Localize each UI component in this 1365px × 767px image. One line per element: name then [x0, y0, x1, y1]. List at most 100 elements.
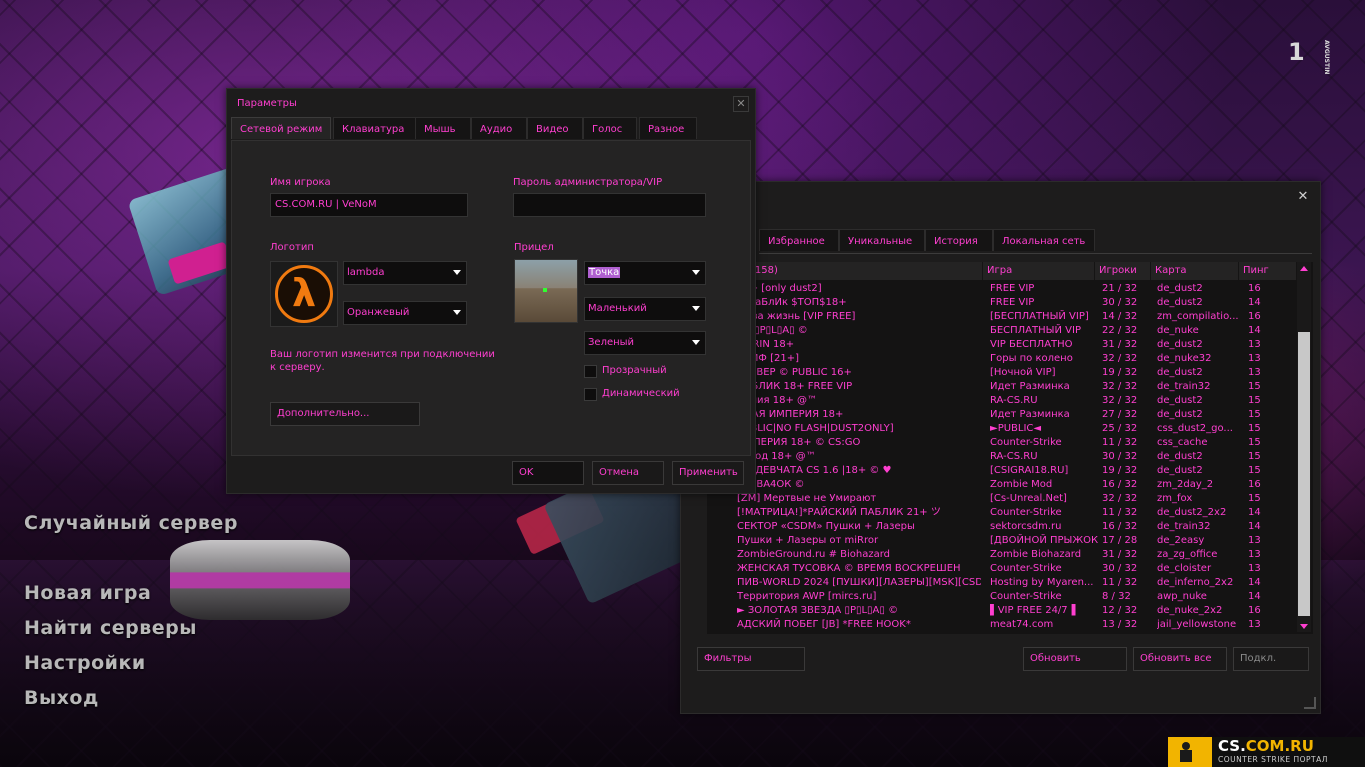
server-cell-game: Zombie Biohazard	[990, 549, 1082, 560]
lambda-glyph: λ	[291, 271, 317, 315]
server-row[interactable]: АДСКИЙ ПОБЕГ [JB] *FREE HOOK* meat74.com 1…	[707, 618, 1297, 632]
server-cell-game: Zombie Mod	[990, 479, 1053, 490]
server-row[interactable]: Территория AWP [mircs.ru] Counter-Strike 8…	[707, 590, 1297, 604]
crosshair-size-select[interactable]: Маленький	[584, 297, 706, 321]
server-cell-name: ва за жизнь [VIP FREE]	[737, 311, 856, 322]
server-row[interactable]: ZombieGround.ru # Biohazard Zombie Biohaz…	[707, 548, 1297, 562]
server-row[interactable]: ПАБЛИК 18+ FREE VIP Идет Разминка 32 / 32 d…	[707, 380, 1297, 394]
tab-audio[interactable]: Аудио	[471, 117, 527, 139]
server-cell-ping: 16	[1248, 283, 1261, 294]
server-row[interactable]: 16+ [only dust2] FREE VIP 21 / 32 de_dust2 1…	[707, 282, 1297, 296]
tab-lan[interactable]: Локальная сеть	[993, 229, 1095, 251]
server-cell-ping: 13	[1248, 367, 1261, 378]
logo-color-select[interactable]: Оранжевый	[343, 301, 467, 325]
advanced-button[interactable]: Дополнительно...	[270, 402, 420, 426]
column-header-game[interactable]: Игра	[983, 262, 1095, 280]
server-cell-ping: 15	[1248, 493, 1261, 504]
server-browser-close-icon[interactable]: ✕	[1296, 190, 1310, 204]
server-row[interactable]: армия 18+ @™ RA-CS.RU 32 / 32 de_dust2 15	[707, 394, 1297, 408]
apply-button[interactable]: Применить	[672, 461, 744, 485]
server-row[interactable]: СЕРВА4ОК © Zombie Mod 16 / 32 zm_2day_2 16	[707, 478, 1297, 492]
server-row[interactable]: ПИВ-WORLD 2024 [ПУШКИ][ЛАЗЕРЫ][MSK][CSDM…	[707, 576, 1297, 590]
logo-select-value: lambda	[347, 267, 385, 278]
options-close-icon[interactable]: ✕	[733, 96, 749, 112]
ok-button[interactable]: OK	[512, 461, 584, 485]
server-cell-ping: 15	[1248, 395, 1261, 406]
server-cell-game: Counter-Strike	[990, 437, 1062, 448]
server-row[interactable]: MARIN 18+ VIP БЕСПЛАТНО 31 / 32 de_dust2 13	[707, 338, 1297, 352]
server-cell-name: Пушки + Лазеры от miRror	[737, 535, 879, 546]
menu-find-servers[interactable]: Найти серверы	[24, 617, 197, 639]
translucent-checkbox[interactable]	[584, 365, 597, 378]
scroll-thumb[interactable]	[1298, 332, 1310, 616]
column-header-map[interactable]: Карта	[1151, 262, 1239, 280]
server-row[interactable]: Взвод 18+ @™ RA-CS.RU 30 / 32 de_dust2 15	[707, 450, 1297, 464]
admin-password-input[interactable]	[513, 193, 706, 217]
server-cell-map: zm_fox	[1157, 493, 1193, 504]
tab-video[interactable]: Видео	[527, 117, 583, 139]
menu-new-game[interactable]: Новая игра	[24, 582, 151, 604]
tab-multiplayer[interactable]: Сетевой режим	[231, 117, 331, 139]
logo-select[interactable]: lambda	[343, 261, 467, 285]
menu-random-server[interactable]: Случайный сервер	[24, 512, 238, 534]
tab-misc[interactable]: Разное	[639, 117, 697, 139]
server-list: (158) Игра Игроки Карта Пинг 16+ [only d…	[707, 262, 1313, 634]
server-cell-map: de_nuke_2x2	[1157, 605, 1223, 616]
logo-preview: λ	[270, 261, 338, 327]
column-header-ping[interactable]: Пинг	[1239, 262, 1297, 280]
tab-mouse[interactable]: Мышь	[415, 117, 471, 139]
server-row[interactable]: ва за жизнь [VIP FREE] [БЕСПЛАТНЫЙ VIP] 14…	[707, 310, 1297, 324]
server-row[interactable]: СЕКТОР «CSDM» Пушки + Лазеры sektorcsdm.r…	[707, 520, 1297, 534]
cscomru-logo: CS.COM.RU COUNTER STRIKE ПОРТАЛ	[1168, 737, 1365, 767]
server-cell-ping: 15	[1248, 465, 1261, 476]
server-cell-game: ►PUBLIC◄	[990, 423, 1042, 434]
server-row[interactable]: ОВАЯ ИМПЕРИЯ 18+ Идет Разминка 27 / 32 de_d…	[707, 408, 1297, 422]
server-cell-name: КА ▯P▯L▯A▯ ©	[737, 325, 808, 336]
server-list-scrollbar[interactable]	[1297, 262, 1311, 632]
filters-button[interactable]: Фильтры	[697, 647, 805, 671]
dynamic-checkbox[interactable]	[584, 388, 597, 401]
tab-keyboard[interactable]: Клавиатура	[333, 117, 417, 139]
menu-exit[interactable]: Выход	[24, 687, 99, 709]
server-row[interactable]: Пушки + Лазеры от miRror [ДВОЙНОЙ ПРЫЖОК]…	[707, 534, 1297, 548]
crosshair-color-select[interactable]: Зеленый	[584, 331, 706, 355]
server-row[interactable]: ЫЕ ДЕВЧАТА CS 1.6 |18+ © ♥ [CSIGRAI18.RU]…	[707, 464, 1297, 478]
connect-button[interactable]: Подкл.	[1233, 647, 1309, 671]
crosshair-style-select[interactable]: Точка	[584, 261, 706, 285]
server-cell-name: ► ЗОЛОТАЯ ЗВЕЗДА ▯P▯L▯A▯ ©	[737, 605, 899, 616]
server-cell-ping: 16	[1248, 479, 1261, 490]
server-cell-game: sektorcsdm.ru	[990, 521, 1062, 532]
menu-settings[interactable]: Настройки	[24, 652, 146, 674]
server-cell-ping: 14	[1248, 507, 1261, 518]
server-row[interactable]: PUBLIC|NO FLASH|DUST2ONLY] ►PUBLIC◄ 25 / 3…	[707, 422, 1297, 436]
player-name-input[interactable]: CS.COM.RU | VeNoM	[270, 193, 468, 217]
server-row[interactable]: [ZM] Мертвые не Умирают [Cs-Unreal.Net] 32…	[707, 492, 1297, 506]
server-cell-ping: 15	[1248, 451, 1261, 462]
tab-unique[interactable]: Уникальные	[839, 229, 925, 251]
scroll-down-icon[interactable]	[1300, 624, 1308, 629]
server-cell-map: css_dust2_go...	[1157, 423, 1233, 434]
cancel-button[interactable]: Отмена	[592, 461, 664, 485]
column-header-name[interactable]: (158)	[747, 262, 983, 280]
resize-grip-icon[interactable]	[1304, 697, 1316, 709]
server-row[interactable]: САЙФ [21+] Горы по колено 32 / 32 de_nuke32…	[707, 352, 1297, 366]
column-header-players[interactable]: Игроки	[1095, 262, 1151, 280]
tab-history[interactable]: История	[925, 229, 993, 251]
refresh-all-button[interactable]: Обновить все	[1133, 647, 1227, 671]
server-row[interactable]: ► ЗОЛОТАЯ ЗВЕЗДА ▯P▯L▯A▯ © ▌VIP FREE 24/7…	[707, 604, 1297, 618]
server-row[interactable]: ЖЕНСКАЯ ТУСОВКА © ВРЕМЯ ВОСКРЕШЕН Counter…	[707, 562, 1297, 576]
server-row[interactable]: [!МАТРИЦА!]*РАЙСКИЙ ПАБЛИК 21+ ツ Counter-…	[707, 506, 1297, 520]
server-browser-tabs: Избранное Уникальные История Локальная с…	[759, 229, 1312, 254]
server-row[interactable]: СЕРВЕР © PUBLIC 16+ [Ночной VIP] 19 / 32 de…	[707, 366, 1297, 380]
refresh-button[interactable]: Обновить	[1023, 647, 1127, 671]
server-cell-ping: 13	[1248, 619, 1261, 630]
soldier-icon	[1168, 737, 1212, 767]
tab-favorites[interactable]: Избранное	[759, 229, 839, 251]
scroll-up-icon[interactable]	[1300, 266, 1308, 271]
server-row[interactable]: Й ПаБлИк $ТОП$18+ FREE VIP 30 / 32 de_dust2…	[707, 296, 1297, 310]
server-cell-name: [!МАТРИЦА!]*РАЙСКИЙ ПАБЛИК 21+ ツ	[737, 507, 941, 518]
tab-voice[interactable]: Голос	[583, 117, 637, 139]
server-row[interactable]: ИМПЕРИЯ 18+ © CS:GO Counter-Strike 11 / 32…	[707, 436, 1297, 450]
server-row[interactable]: КА ▯P▯L▯A▯ © БЕСПЛАТНЫЙ VIP 22 / 32 de_nuke…	[707, 324, 1297, 338]
server-cell-ping: 16	[1248, 605, 1261, 616]
